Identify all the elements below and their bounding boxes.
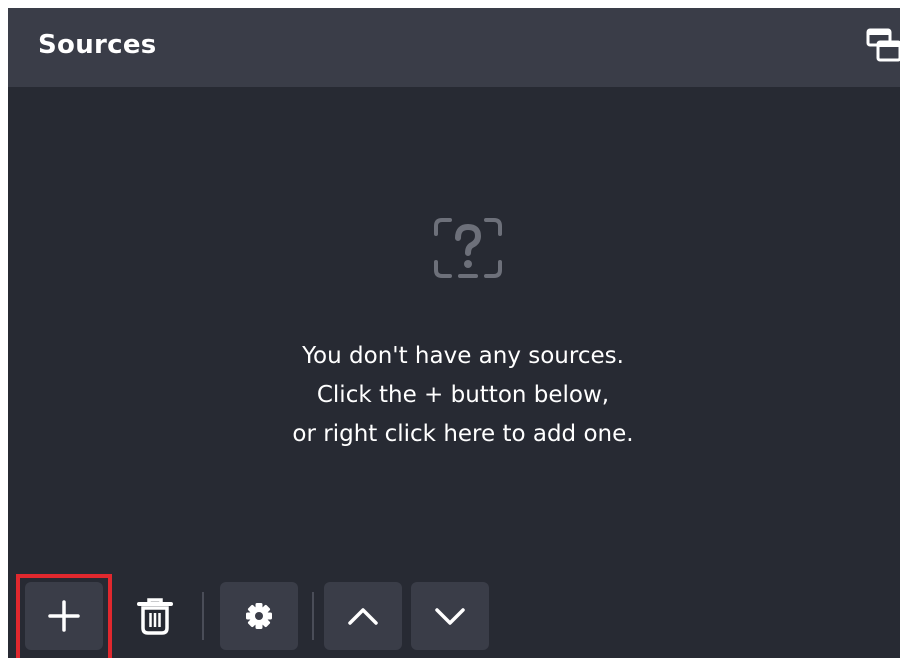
move-source-down-button[interactable] — [411, 582, 489, 650]
gear-icon — [246, 603, 272, 629]
sources-toolbar — [8, 574, 900, 658]
move-source-up-button[interactable] — [324, 582, 402, 650]
empty-message-line: or right click here to add one. — [292, 421, 634, 447]
plus-icon — [48, 600, 80, 632]
source-properties-button[interactable] — [220, 582, 298, 650]
toolbar-separator — [312, 592, 314, 640]
add-source-button[interactable] — [25, 582, 103, 650]
sources-dock: Sources You don't have any sources. Clic… — [8, 8, 900, 658]
remove-source-button[interactable] — [120, 582, 190, 650]
question-box-icon — [432, 212, 504, 284]
empty-message-line: Click the + button below, — [316, 382, 610, 408]
dock-header: Sources — [8, 8, 900, 87]
empty-sources-message: You don't have any sources. Click the + … — [8, 337, 900, 454]
undock-button[interactable] — [864, 28, 900, 68]
empty-message-line: You don't have any sources. — [302, 343, 624, 369]
trash-icon — [137, 598, 173, 635]
chevron-down-icon — [435, 608, 465, 625]
toolbar-separator — [202, 592, 204, 640]
chevron-up-icon — [348, 608, 378, 625]
undock-icon — [866, 28, 900, 62]
dock-title: Sources — [38, 30, 157, 60]
